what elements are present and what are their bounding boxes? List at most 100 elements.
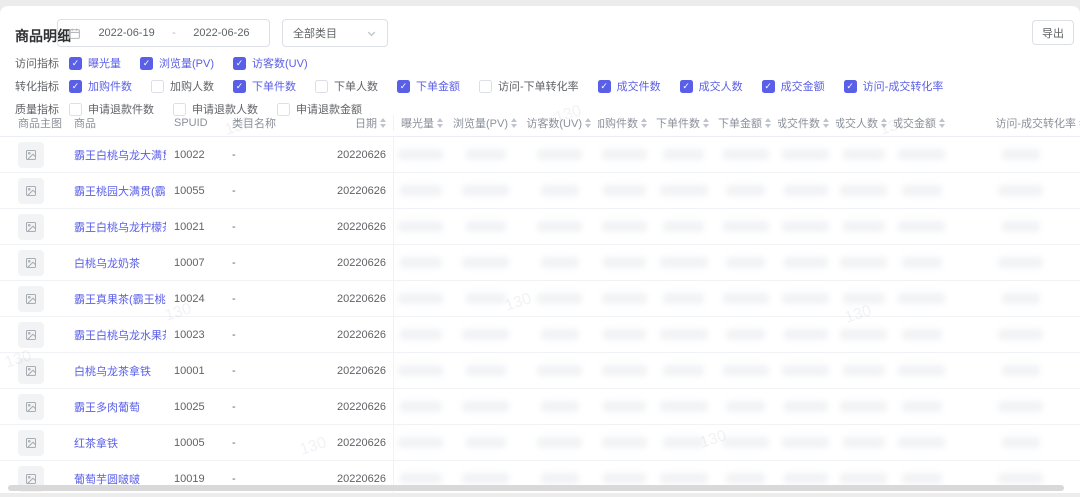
redacted-value-blur xyxy=(659,401,708,412)
metric-option[interactable]: 下单人数 xyxy=(315,78,378,94)
column-header[interactable]: 日期 xyxy=(324,114,394,131)
category-select[interactable]: 全部类目 xyxy=(282,19,388,47)
sort-icon[interactable] xyxy=(939,117,945,128)
checkbox-checked-icon[interactable] xyxy=(679,79,693,93)
redacted-value-blur xyxy=(399,401,442,412)
checkbox-unchecked-icon[interactable] xyxy=(315,79,328,93)
product-name-link[interactable]: 白桃乌龙奶茶 xyxy=(74,255,140,271)
spuid-cell: 10021 xyxy=(174,220,205,233)
product-name-link[interactable]: 霸王白桃乌龙大满贯 xyxy=(74,147,166,163)
column-header-label: 成交金额 xyxy=(894,117,936,130)
column-header[interactable]: 加购件数 xyxy=(598,115,654,131)
redacted-value-blur xyxy=(465,149,506,160)
product-name-link[interactable]: 霸王白桃乌龙柠檬茶 xyxy=(74,219,166,235)
sort-icon[interactable] xyxy=(823,117,829,128)
metric-option[interactable]: 加购人数 xyxy=(151,78,214,94)
checkbox-checked-icon[interactable] xyxy=(397,79,410,93)
redacted-value-blur xyxy=(465,221,506,232)
redacted-value-blur xyxy=(842,437,885,448)
checkbox-checked-icon[interactable] xyxy=(69,79,82,93)
column-header[interactable]: 成交金额 xyxy=(894,115,952,131)
redacted-value-blur xyxy=(726,401,765,412)
checkbox-unchecked-icon[interactable] xyxy=(479,79,492,93)
redacted-value-blur xyxy=(998,185,1043,196)
column-header[interactable]: 访问-成交转化率 xyxy=(952,115,1080,131)
metric-cell-redacted xyxy=(894,137,952,172)
sort-icon[interactable] xyxy=(437,117,443,128)
sort-icon[interactable] xyxy=(765,117,771,128)
sort-icon[interactable] xyxy=(585,117,591,128)
metric-option-label: 访问-下单转化率 xyxy=(498,81,579,93)
date-start-value[interactable]: 2022-06-19 xyxy=(89,27,164,39)
horizontal-scrollbar-thumb[interactable] xyxy=(8,485,1064,491)
sort-icon[interactable] xyxy=(641,117,647,128)
column-header-label: 商品主图 xyxy=(18,117,62,130)
metric-option[interactable]: 成交人数 xyxy=(679,78,743,94)
metric-option[interactable]: 成交件数 xyxy=(597,78,661,94)
redacted-value-blur xyxy=(465,293,506,304)
redacted-value-blur xyxy=(1001,149,1040,160)
sort-icon[interactable] xyxy=(703,117,709,128)
metric-option-label: 访客数(UV) xyxy=(252,58,308,70)
export-button[interactable]: 导出 xyxy=(1032,20,1074,45)
metric-cell-redacted xyxy=(716,137,778,172)
redacted-value-blur xyxy=(782,293,829,304)
metric-option[interactable]: 访问-成交转化率 xyxy=(843,78,943,94)
metric-cell-redacted xyxy=(654,137,716,172)
column-header[interactable]: 成交件数 xyxy=(778,115,836,131)
product-name-link[interactable]: 霸王真果茶(霸王桃) xyxy=(74,291,166,307)
sort-icon[interactable] xyxy=(881,117,887,128)
metric-option[interactable]: 曝光量 xyxy=(69,55,121,71)
metric-option[interactable]: 下单金额 xyxy=(397,78,460,94)
redacted-value-blur xyxy=(901,329,942,340)
date-cell: 20220626 xyxy=(324,353,394,388)
redacted-value-blur xyxy=(783,185,828,196)
checkbox-checked-icon[interactable] xyxy=(761,79,775,93)
column-header-label: SPUID xyxy=(174,116,208,129)
metric-option[interactable]: 下单件数 xyxy=(233,78,296,94)
product-thumb-cell xyxy=(0,281,70,316)
checkbox-checked-icon[interactable] xyxy=(140,56,153,70)
checkbox-checked-icon[interactable] xyxy=(843,79,857,93)
metric-cell-redacted xyxy=(524,425,598,460)
metric-cell-redacted xyxy=(450,137,524,172)
checkbox-checked-icon[interactable] xyxy=(233,79,246,93)
redacted-value-blur xyxy=(782,437,829,448)
metric-cell-redacted xyxy=(716,425,778,460)
date-end-value[interactable]: 2022-06-26 xyxy=(184,27,259,39)
metric-option[interactable]: 访问-下单转化率 xyxy=(479,78,579,94)
metric-option-label: 下单件数 xyxy=(252,81,296,93)
metric-option[interactable]: 加购件数 xyxy=(69,78,132,94)
metric-cell-redacted xyxy=(598,353,654,388)
column-header[interactable]: 曝光量 xyxy=(394,115,450,131)
column-header[interactable]: 访客数(UV) xyxy=(524,115,598,131)
checkbox-checked-icon[interactable] xyxy=(69,56,82,70)
product-name-link[interactable]: 红茶拿铁 xyxy=(74,435,118,451)
metric-cell-redacted xyxy=(394,425,450,460)
metric-option[interactable]: 访客数(UV) xyxy=(233,55,308,71)
redacted-value-blur xyxy=(726,329,765,340)
date-range-picker[interactable]: 2022-06-19 - 2022-06-26 xyxy=(57,19,270,47)
product-name-link[interactable]: 白桃乌龙茶拿铁 xyxy=(74,363,151,379)
metric-cell-redacted xyxy=(450,245,524,280)
metric-options: 加购件数 加购人数 下单件数 下单人数 下单金额 访问-下单转化率 成交件数 成交人数 成交金额… xyxy=(69,78,943,94)
metric-option[interactable]: 浏览量(PV) xyxy=(140,55,214,71)
product-name-link[interactable]: 霸王白桃乌龙水果茶 xyxy=(74,327,166,343)
metric-cell-redacted xyxy=(778,317,836,352)
column-header[interactable]: 浏览量(PV) xyxy=(450,115,524,131)
checkbox-checked-icon[interactable] xyxy=(233,56,246,70)
column-header[interactable]: 成交人数 xyxy=(836,115,894,131)
redacted-value-blur xyxy=(840,329,887,340)
metric-option[interactable]: 成交金额 xyxy=(761,78,825,94)
product-name-link[interactable]: 霸王桃园大满贯(霸王桃) xyxy=(74,183,166,199)
sort-icon[interactable] xyxy=(380,117,386,128)
column-header[interactable]: 下单件数 xyxy=(654,115,716,131)
redacted-value-blur xyxy=(1001,365,1040,376)
checkbox-unchecked-icon[interactable] xyxy=(151,79,164,93)
product-name-link[interactable]: 霸王多肉葡萄 xyxy=(74,399,140,415)
metric-cell-redacted xyxy=(450,209,524,244)
column-header[interactable]: 下单金额 xyxy=(716,115,778,131)
redacted-value-blur xyxy=(998,257,1043,268)
sort-icon[interactable] xyxy=(511,117,517,128)
checkbox-checked-icon[interactable] xyxy=(597,79,611,93)
